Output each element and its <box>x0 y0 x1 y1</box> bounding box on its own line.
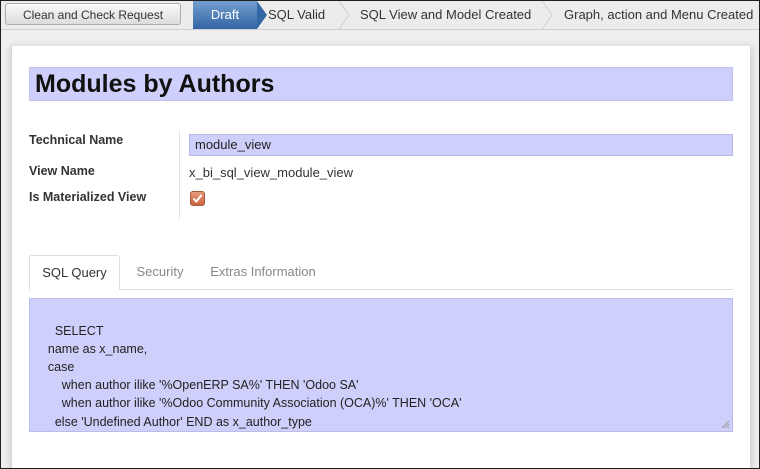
stage-graph-menu-created-label: Graph, action and Menu Created <box>564 7 754 22</box>
form-sheet: Modules by Authors Technical Name View N… <box>11 45 751 468</box>
stage-graph-menu-created[interactable]: Graph, action and Menu Created <box>564 1 753 29</box>
title-field[interactable]: Modules by Authors <box>29 67 733 101</box>
odoo-form-window: Clean and Check Request Draft SQL Valid … <box>0 0 760 469</box>
clean-and-check-request-button[interactable]: Clean and Check Request <box>5 3 181 25</box>
materialized-view-label: Is Materialized View <box>29 190 147 204</box>
form-header-bar: Clean and Check Request Draft SQL Valid … <box>1 1 759 30</box>
sql-query-textarea[interactable]: SELECT name as x_name, case when author … <box>29 298 733 432</box>
tab-security[interactable]: Security <box>127 255 193 289</box>
stage-draft-label: Draft <box>210 7 240 22</box>
notebook-tabs: SQL Query Security Extras Information <box>29 255 733 290</box>
stage-draft[interactable]: Draft <box>193 1 267 29</box>
resize-grip-icon[interactable] <box>721 420 730 429</box>
technical-name-label: Technical Name <box>29 133 124 147</box>
field-divider <box>179 131 180 219</box>
stage-sql-valid-label: SQL Valid <box>268 7 326 22</box>
materialized-view-checkbox[interactable] <box>190 191 205 206</box>
chevron-separator-icon <box>541 1 553 29</box>
chevron-separator-icon <box>338 1 350 29</box>
stage-sql-view-created[interactable]: SQL View and Model Created <box>360 1 531 29</box>
checkmark-icon <box>192 194 203 204</box>
view-name-value: x_bi_sql_view_module_view <box>189 165 354 180</box>
tab-sql-query[interactable]: SQL Query <box>29 255 120 290</box>
view-name-label: View Name <box>29 164 95 178</box>
technical-name-input[interactable]: module_view <box>189 134 733 156</box>
stage-sql-valid[interactable]: SQL Valid <box>268 1 325 29</box>
stage-sql-view-created-label: SQL View and Model Created <box>360 7 532 22</box>
tab-extras-information[interactable]: Extras Information <box>201 255 325 289</box>
stage-statusbar: Draft SQL Valid SQL View and Model Creat… <box>191 1 759 29</box>
sql-query-text: SELECT name as x_name, case when author … <box>47 324 462 429</box>
